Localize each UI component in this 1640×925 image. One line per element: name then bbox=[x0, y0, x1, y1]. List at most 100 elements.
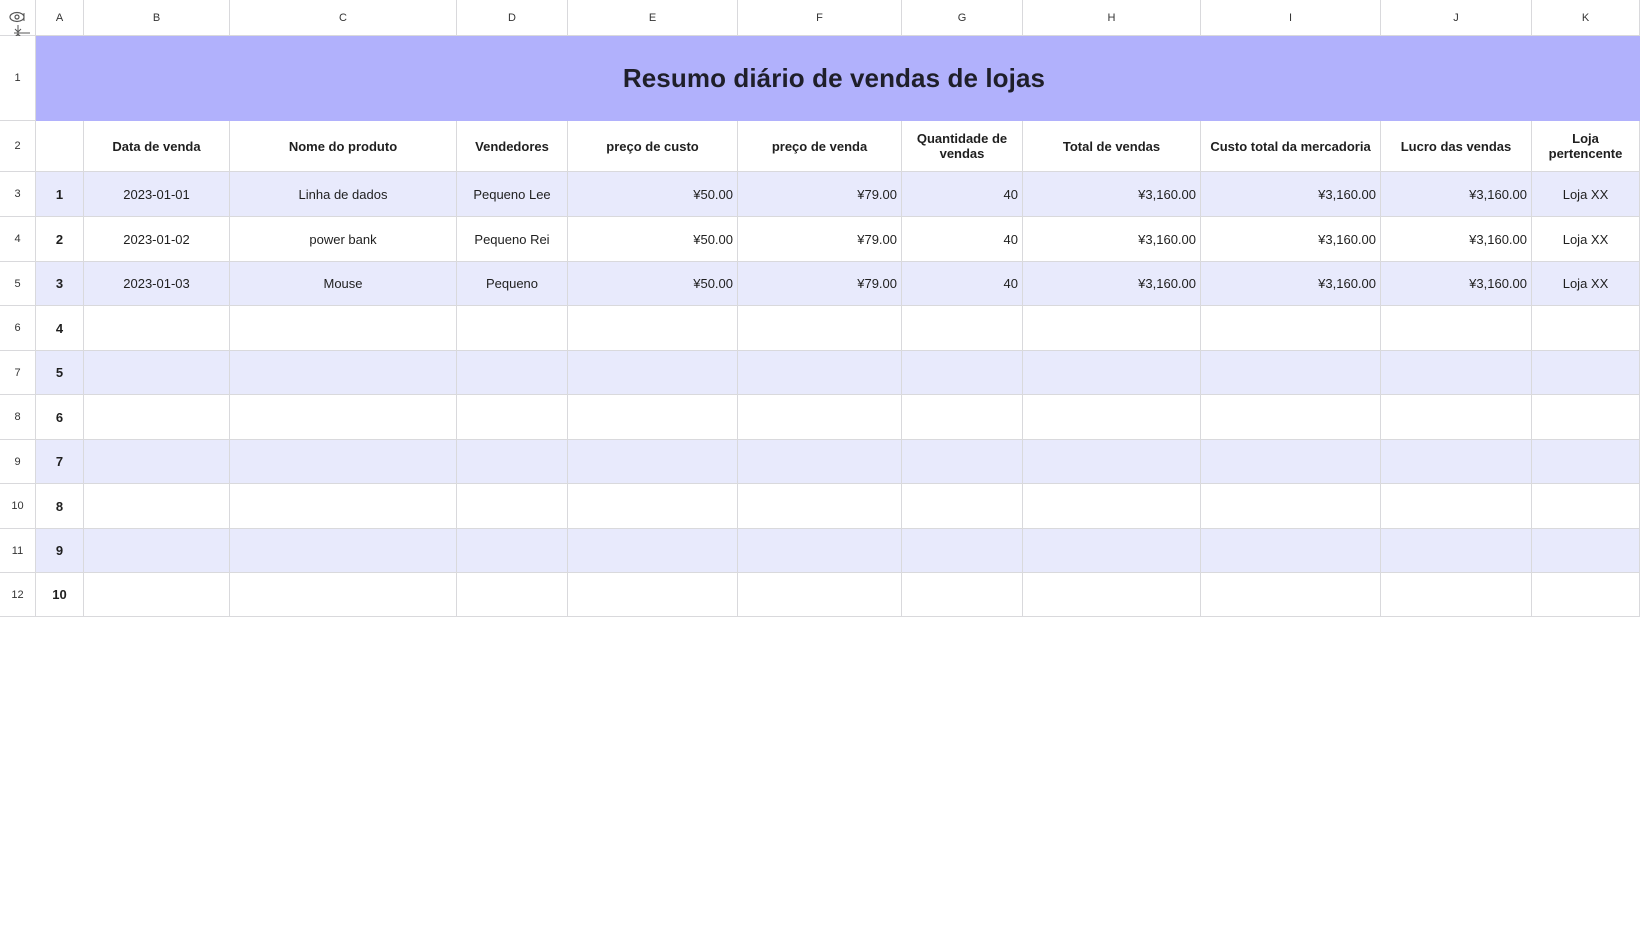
column-header-b[interactable]: B bbox=[84, 0, 230, 36]
data-cell-seller[interactable] bbox=[457, 573, 568, 617]
data-cell-store[interactable]: Loja XX bbox=[1532, 172, 1640, 217]
header-cell-c[interactable]: Nome do produto bbox=[230, 121, 457, 172]
data-cell-price[interactable] bbox=[738, 395, 902, 440]
data-cell-qty[interactable] bbox=[902, 573, 1023, 617]
data-cell-product[interactable]: power bank bbox=[230, 217, 457, 262]
data-cell-product[interactable] bbox=[230, 351, 457, 395]
data-cell-total_cost[interactable] bbox=[1201, 573, 1381, 617]
data-cell-total_cost[interactable]: ¥3,160.00 bbox=[1201, 172, 1381, 217]
column-header-g[interactable]: G bbox=[902, 0, 1023, 36]
data-cell-price[interactable]: ¥79.00 bbox=[738, 172, 902, 217]
data-cell-product[interactable] bbox=[230, 440, 457, 484]
data-cell-store[interactable]: Loja XX bbox=[1532, 262, 1640, 306]
data-cell-price[interactable] bbox=[738, 306, 902, 351]
row-header-1[interactable]: 1 bbox=[0, 36, 36, 121]
data-cell-total_cost[interactable] bbox=[1201, 529, 1381, 573]
data-cell-no[interactable]: 9 bbox=[36, 529, 84, 573]
data-cell-cost[interactable]: ¥50.00 bbox=[568, 217, 738, 262]
data-cell-seller[interactable]: Pequeno Rei bbox=[457, 217, 568, 262]
data-cell-date[interactable] bbox=[84, 529, 230, 573]
column-header-k[interactable]: K bbox=[1532, 0, 1640, 36]
column-header-i[interactable]: I bbox=[1201, 0, 1381, 36]
column-header-a[interactable]: A bbox=[36, 0, 84, 36]
data-cell-seller[interactable] bbox=[457, 440, 568, 484]
data-cell-seller[interactable] bbox=[457, 395, 568, 440]
data-cell-cost[interactable] bbox=[568, 395, 738, 440]
column-header-e[interactable]: E bbox=[568, 0, 738, 36]
data-cell-date[interactable] bbox=[84, 395, 230, 440]
data-cell-cost[interactable] bbox=[568, 440, 738, 484]
data-cell-no[interactable]: 3 bbox=[36, 262, 84, 306]
data-cell-total_cost[interactable] bbox=[1201, 306, 1381, 351]
data-cell-cost[interactable] bbox=[568, 529, 738, 573]
data-cell-total_cost[interactable] bbox=[1201, 351, 1381, 395]
data-cell-total[interactable] bbox=[1023, 395, 1201, 440]
data-cell-total[interactable] bbox=[1023, 351, 1201, 395]
data-cell-no[interactable]: 4 bbox=[36, 306, 84, 351]
column-header-d[interactable]: D bbox=[457, 0, 568, 36]
row-header-11[interactable]: 11 bbox=[0, 529, 36, 573]
data-cell-cost[interactable]: ¥50.00 bbox=[568, 172, 738, 217]
data-cell-cost[interactable] bbox=[568, 573, 738, 617]
data-cell-seller[interactable] bbox=[457, 529, 568, 573]
data-cell-total[interactable] bbox=[1023, 529, 1201, 573]
data-cell-seller[interactable]: Pequeno bbox=[457, 262, 568, 306]
data-cell-store[interactable] bbox=[1532, 306, 1640, 351]
data-cell-qty[interactable] bbox=[902, 306, 1023, 351]
data-cell-profit[interactable]: ¥3,160.00 bbox=[1381, 217, 1532, 262]
data-cell-price[interactable]: ¥79.00 bbox=[738, 262, 902, 306]
data-cell-seller[interactable] bbox=[457, 351, 568, 395]
header-cell-b[interactable]: Data de venda bbox=[84, 121, 230, 172]
data-cell-cost[interactable] bbox=[568, 306, 738, 351]
row-header-6[interactable]: 6 bbox=[0, 306, 36, 351]
title-banner[interactable]: Resumo diário de vendas de lojas bbox=[36, 36, 1640, 121]
data-cell-total_cost[interactable]: ¥3,160.00 bbox=[1201, 217, 1381, 262]
data-cell-total[interactable] bbox=[1023, 484, 1201, 529]
header-cell-e[interactable]: preço de custo bbox=[568, 121, 738, 172]
data-cell-date[interactable]: 2023-01-01 bbox=[84, 172, 230, 217]
data-cell-no[interactable]: 2 bbox=[36, 217, 84, 262]
header-cell-h[interactable]: Total de vendas bbox=[1023, 121, 1201, 172]
row-header-9[interactable]: 9 bbox=[0, 440, 36, 484]
data-cell-profit[interactable] bbox=[1381, 529, 1532, 573]
data-cell-date[interactable] bbox=[84, 573, 230, 617]
data-cell-price[interactable] bbox=[738, 529, 902, 573]
data-cell-date[interactable]: 2023-01-02 bbox=[84, 217, 230, 262]
data-cell-total_cost[interactable]: ¥3,160.00 bbox=[1201, 262, 1381, 306]
data-cell-total_cost[interactable] bbox=[1201, 484, 1381, 529]
data-cell-date[interactable] bbox=[84, 484, 230, 529]
data-cell-cost[interactable] bbox=[568, 351, 738, 395]
data-cell-price[interactable]: ¥79.00 bbox=[738, 217, 902, 262]
row-header-8[interactable]: 8 bbox=[0, 395, 36, 440]
data-cell-seller[interactable] bbox=[457, 484, 568, 529]
data-cell-no[interactable]: 5 bbox=[36, 351, 84, 395]
header-cell-f[interactable]: preço de venda bbox=[738, 121, 902, 172]
data-cell-total_cost[interactable] bbox=[1201, 440, 1381, 484]
data-cell-store[interactable] bbox=[1532, 395, 1640, 440]
data-cell-product[interactable] bbox=[230, 529, 457, 573]
header-cell-j[interactable]: Lucro das vendas bbox=[1381, 121, 1532, 172]
data-cell-seller[interactable] bbox=[457, 306, 568, 351]
data-cell-product[interactable] bbox=[230, 484, 457, 529]
data-cell-qty[interactable]: 40 bbox=[902, 217, 1023, 262]
data-cell-no[interactable]: 10 bbox=[36, 573, 84, 617]
data-cell-price[interactable] bbox=[738, 573, 902, 617]
data-cell-cost[interactable] bbox=[568, 484, 738, 529]
row-header-12[interactable]: 12 bbox=[0, 573, 36, 617]
data-cell-profit[interactable] bbox=[1381, 440, 1532, 484]
data-cell-no[interactable]: 1 bbox=[36, 172, 84, 217]
data-cell-no[interactable]: 8 bbox=[36, 484, 84, 529]
column-header-c[interactable]: C bbox=[230, 0, 457, 36]
column-header-h[interactable]: H bbox=[1023, 0, 1201, 36]
data-cell-total[interactable] bbox=[1023, 573, 1201, 617]
data-cell-price[interactable] bbox=[738, 440, 902, 484]
row-header-10[interactable]: 10 bbox=[0, 484, 36, 529]
data-cell-profit[interactable]: ¥3,160.00 bbox=[1381, 262, 1532, 306]
data-cell-profit[interactable] bbox=[1381, 573, 1532, 617]
data-cell-qty[interactable]: 40 bbox=[902, 172, 1023, 217]
data-cell-qty[interactable] bbox=[902, 529, 1023, 573]
column-header-f[interactable]: F bbox=[738, 0, 902, 36]
data-cell-profit[interactable] bbox=[1381, 484, 1532, 529]
data-cell-store[interactable]: Loja XX bbox=[1532, 217, 1640, 262]
header-cell-g[interactable]: Quantidade de vendas bbox=[902, 121, 1023, 172]
